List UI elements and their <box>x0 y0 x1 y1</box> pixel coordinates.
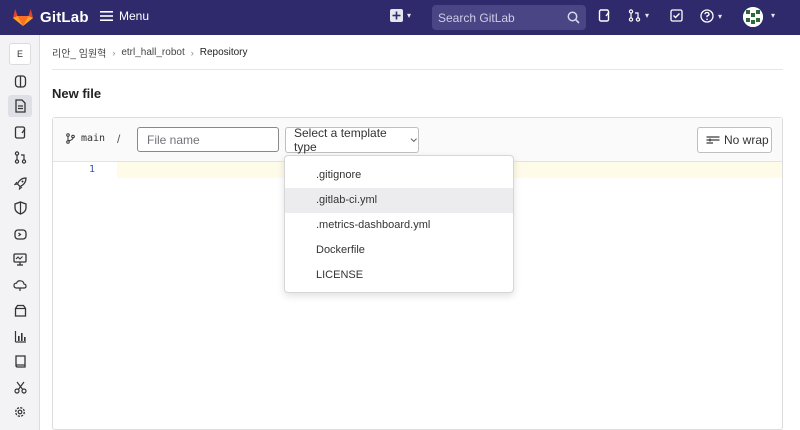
sidebar-item-deployments[interactable] <box>8 223 32 245</box>
project-avatar[interactable]: E <box>9 43 31 65</box>
menu-label: Menu <box>119 9 150 23</box>
user-avatar[interactable] <box>743 7 763 27</box>
chevron-right-icon: › <box>112 47 116 58</box>
branch-name: main <box>81 133 106 144</box>
search-box[interactable]: Search GitLab <box>432 5 586 30</box>
plus-square-icon <box>390 9 403 22</box>
dropdown-option-dockerfile[interactable]: Dockerfile <box>285 238 513 263</box>
sidebar-item-merge-requests[interactable] <box>8 146 32 168</box>
sidebar-item-snippets[interactable] <box>8 376 32 398</box>
sidebar-item-repository[interactable] <box>8 95 32 117</box>
chevron-down-icon: ▾ <box>645 11 650 20</box>
template-type-dropdown-menu: .gitignore .gitlab-ci.yml .metrics-dashb… <box>284 155 514 293</box>
gitlab-tanuki-icon <box>13 9 33 26</box>
chevron-down-icon <box>411 138 418 143</box>
chevron-down-icon: ▾ <box>718 11 723 21</box>
wiki-icon <box>14 354 26 368</box>
menu-button[interactable]: Menu <box>100 9 149 23</box>
repository-icon <box>14 99 26 113</box>
file-name-input[interactable] <box>137 127 279 152</box>
dropdown-option-gitignore[interactable]: .gitignore <box>285 163 513 188</box>
template-type-dropdown-button[interactable]: Select a template type <box>285 126 419 154</box>
chevron-down-icon: ▾ <box>407 11 412 20</box>
issues-nav-button[interactable] <box>598 9 611 22</box>
merge-requests-nav-button[interactable]: ▾ <box>628 9 649 22</box>
breadcrumb-divider <box>52 69 783 70</box>
sidebar-item-infrastructure[interactable] <box>8 274 32 296</box>
dropdown-option-gitlab-ci[interactable]: .gitlab-ci.yml <box>285 188 513 213</box>
packages-icon <box>14 304 26 317</box>
template-type-label: Select a template type <box>294 126 387 154</box>
no-wrap-button[interactable]: No wrap <box>697 127 772 153</box>
sidebar-item-monitor[interactable] <box>8 248 32 270</box>
sidebar-item-issues[interactable] <box>8 121 32 143</box>
issues-icon <box>14 125 26 139</box>
cicd-rocket-icon <box>13 176 27 190</box>
merge-requests-icon <box>14 150 26 164</box>
sidebar-item-analytics[interactable] <box>8 325 32 347</box>
gitlab-logo[interactable]: GitLab <box>12 7 89 27</box>
project-sidebar: E <box>0 35 40 430</box>
todos-nav-button[interactable] <box>670 9 683 22</box>
security-shield-icon <box>13 201 27 215</box>
monitor-icon <box>13 252 27 266</box>
branch-indicator: main <box>66 133 105 144</box>
avatar-identicon-icon <box>743 7 763 27</box>
deployments-icon <box>13 228 27 240</box>
top-navbar: GitLab Menu ▾ Search GitLab ▾ ▾ ▾ <box>0 0 800 35</box>
todo-checkbox-icon <box>670 9 683 22</box>
breadcrumb-current[interactable]: Repository <box>200 47 248 58</box>
sidebar-item-wiki[interactable] <box>8 350 32 372</box>
issues-icon <box>598 9 610 22</box>
create-new-button[interactable]: ▾ <box>390 9 411 22</box>
sidebar-item-settings[interactable] <box>8 401 32 423</box>
breadcrumb-owner[interactable]: 리안_ 임원혁 <box>52 45 106 60</box>
branch-icon <box>66 133 75 144</box>
chevron-right-icon: › <box>190 47 194 58</box>
breadcrumb: 리안_ 임원혁 › etrl_hall_robot › Repository <box>52 45 248 60</box>
search-icon <box>567 11 580 24</box>
infrastructure-icon <box>13 279 27 291</box>
breadcrumb-project[interactable]: etrl_hall_robot <box>121 47 184 58</box>
no-wrap-label: No wrap <box>724 133 769 147</box>
project-overview-icon <box>14 74 26 88</box>
sidebar-item-packages[interactable] <box>8 299 32 321</box>
sidebar-item-security[interactable] <box>8 197 32 219</box>
dropdown-option-metrics-dashboard[interactable]: .metrics-dashboard.yml <box>285 213 513 238</box>
analytics-icon <box>14 330 26 343</box>
line-number: 1 <box>89 164 96 175</box>
help-nav-button[interactable]: ▾ <box>700 9 722 23</box>
sidebar-item-project-overview[interactable] <box>8 70 32 92</box>
snippets-icon <box>13 381 27 394</box>
page-title: New file <box>52 86 102 101</box>
search-placeholder: Search GitLab <box>438 10 515 25</box>
merge-request-icon <box>628 9 641 22</box>
wrap-lines-icon <box>706 136 720 144</box>
path-separator: / <box>117 132 121 146</box>
sidebar-item-cicd[interactable] <box>8 172 32 194</box>
hamburger-icon <box>100 11 113 21</box>
brand-name: GitLab <box>40 8 89 26</box>
avatar-chevron-down-icon[interactable]: ▾ <box>771 11 775 20</box>
help-question-icon <box>700 9 714 23</box>
dropdown-option-license[interactable]: LICENSE <box>285 263 513 288</box>
settings-icon <box>15 407 25 417</box>
